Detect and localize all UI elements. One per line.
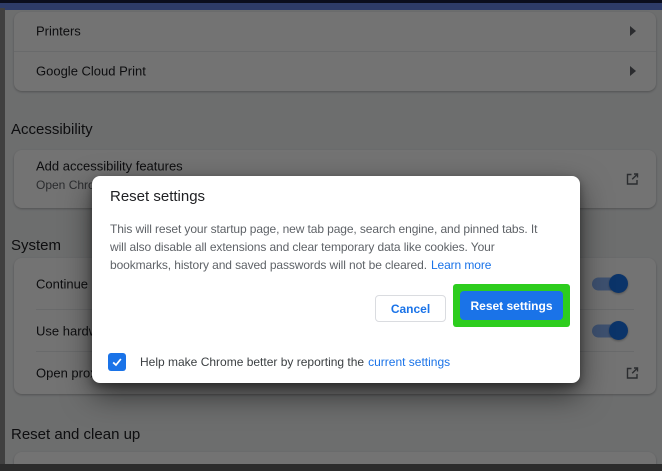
dialog-body: This will reset your startup page, new t… (110, 220, 568, 274)
chrome-settings-screen: Printers Google Cloud Print Accessibilit… (0, 0, 662, 471)
body-line: bookmarks, history and saved passwords w… (110, 256, 568, 274)
body-line: will also disable all extensions and cle… (110, 238, 568, 256)
current-settings-link[interactable]: current settings (368, 355, 450, 369)
cancel-button[interactable]: Cancel (375, 295, 446, 322)
dialog-title: Reset settings (110, 188, 205, 205)
window-left-border (0, 8, 5, 471)
learn-more-link[interactable]: Learn more (431, 258, 491, 272)
reset-settings-dialog: Reset settings This will reset your star… (92, 176, 580, 383)
body-line-text: bookmarks, history and saved passwords w… (110, 258, 427, 272)
checkbox-label: Help make Chrome better by reporting the… (140, 355, 450, 369)
reset-settings-button[interactable]: Reset settings (460, 291, 563, 320)
body-line: This will reset your startup page, new t… (110, 220, 568, 238)
window-bottom-border (0, 464, 662, 471)
report-settings-row: Help make Chrome better by reporting the… (108, 353, 450, 371)
checkmark-icon (111, 356, 123, 368)
highlight-annotation: Reset settings (453, 284, 570, 327)
checkbox-label-text: Help make Chrome better by reporting the (140, 355, 364, 369)
report-settings-checkbox[interactable] (108, 353, 126, 371)
